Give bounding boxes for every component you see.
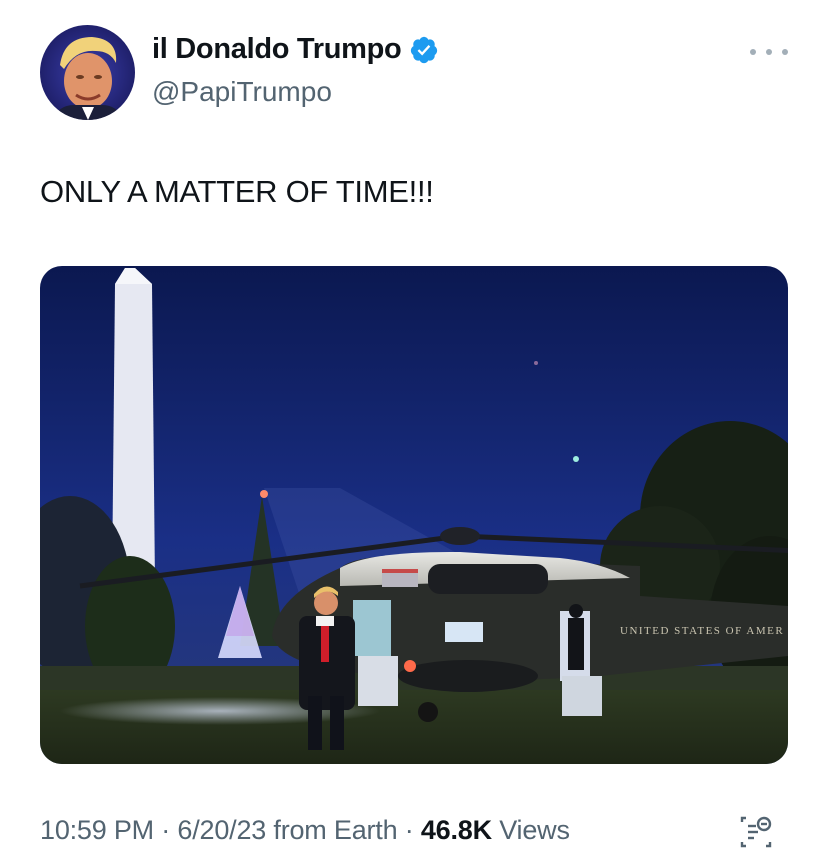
dot (766, 49, 772, 55)
views-count: 46.8K (420, 815, 492, 845)
tweet-meta: 10:59 PM · 6/20/23 from Earth · 46.8K Vi… (40, 815, 570, 846)
tweet-text: ONLY A MATTER OF TIME!!! (40, 174, 434, 209)
avatar[interactable] (40, 25, 135, 120)
helicopter-lettering: UNITED STATES OF AMER (620, 625, 784, 637)
dot (782, 49, 788, 55)
dot (750, 49, 756, 55)
tweet-source: from Earth (273, 815, 398, 845)
analytics-icon[interactable] (736, 812, 776, 852)
more-options-icon[interactable] (750, 42, 788, 62)
separator: · (161, 815, 171, 845)
author-handle[interactable]: @PapiTrumpo (152, 76, 332, 108)
tweet-date[interactable]: 6/20/23 (177, 815, 266, 845)
tweet-time[interactable]: 10:59 PM (40, 815, 154, 845)
tweet-photo[interactable]: UNITED STATES OF AMER (40, 266, 788, 764)
views-label: Views (499, 815, 570, 845)
separator: · (404, 815, 414, 845)
display-name[interactable]: il Donaldo Trumpo (152, 33, 402, 66)
author-name[interactable]: il Donaldo Trumpo (152, 33, 439, 66)
verified-badge-icon (409, 35, 439, 65)
